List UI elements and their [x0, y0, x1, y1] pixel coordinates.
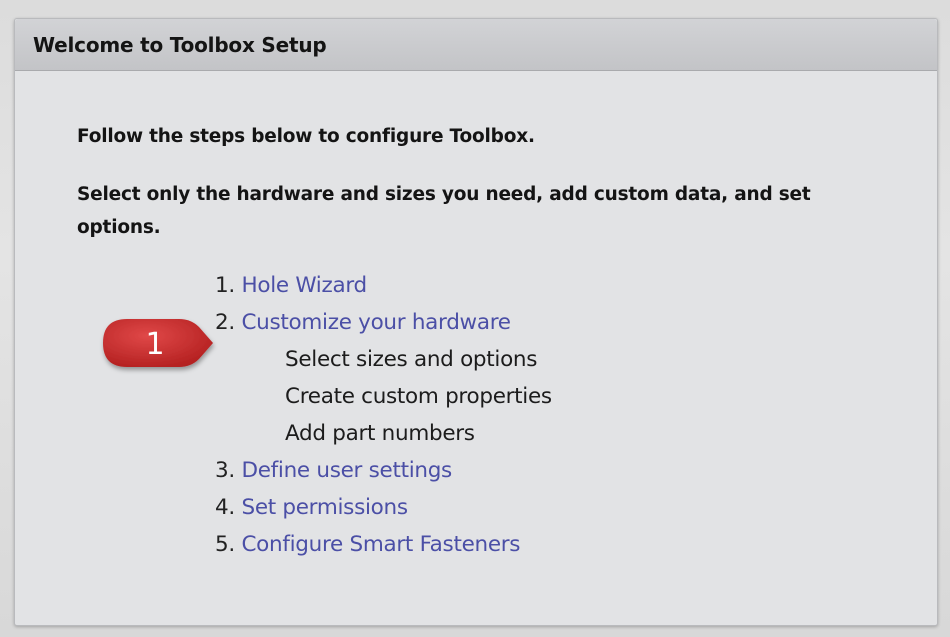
step-permissions: 4. Set permissions	[215, 489, 552, 526]
callout-marker: 1	[95, 315, 225, 375]
step-user-settings: 3. Define user settings	[215, 452, 552, 489]
panel-header: Welcome to Toolbox Setup	[15, 19, 937, 71]
callout-number: 1	[145, 327, 165, 362]
step-number: 3.	[215, 458, 235, 483]
set-permissions-link[interactable]: Set permissions	[241, 495, 408, 520]
step-number: 4.	[215, 495, 235, 520]
step-customize-hardware: 2. Customize your hardware	[215, 304, 552, 341]
steps-list: 1. Hole Wizard 2. Customize your hardwar…	[215, 267, 552, 563]
intro-text-configure: Follow the steps below to configure Tool…	[77, 126, 535, 147]
hole-wizard-link[interactable]: Hole Wizard	[241, 273, 367, 298]
substep-select-sizes: Select sizes and options	[285, 347, 538, 372]
step-smart-fasteners: 5. Configure Smart Fasteners	[215, 526, 552, 563]
panel-title: Welcome to Toolbox Setup	[33, 32, 327, 57]
define-user-settings-link[interactable]: Define user settings	[241, 458, 452, 483]
configure-smart-fasteners-link[interactable]: Configure Smart Fasteners	[241, 532, 520, 557]
intro-text-select: Select only the hardware and sizes you n…	[77, 184, 811, 238]
substep-part-numbers: Add part numbers	[285, 421, 475, 446]
step-number: 1.	[215, 273, 235, 298]
toolbox-setup-panel: Welcome to Toolbox Setup Follow the step…	[14, 18, 938, 626]
step-hole-wizard: 1. Hole Wizard	[215, 267, 552, 304]
step-number: 5.	[215, 532, 235, 557]
customize-hardware-link[interactable]: Customize your hardware	[241, 310, 511, 335]
substep-custom-properties: Create custom properties	[285, 384, 552, 409]
